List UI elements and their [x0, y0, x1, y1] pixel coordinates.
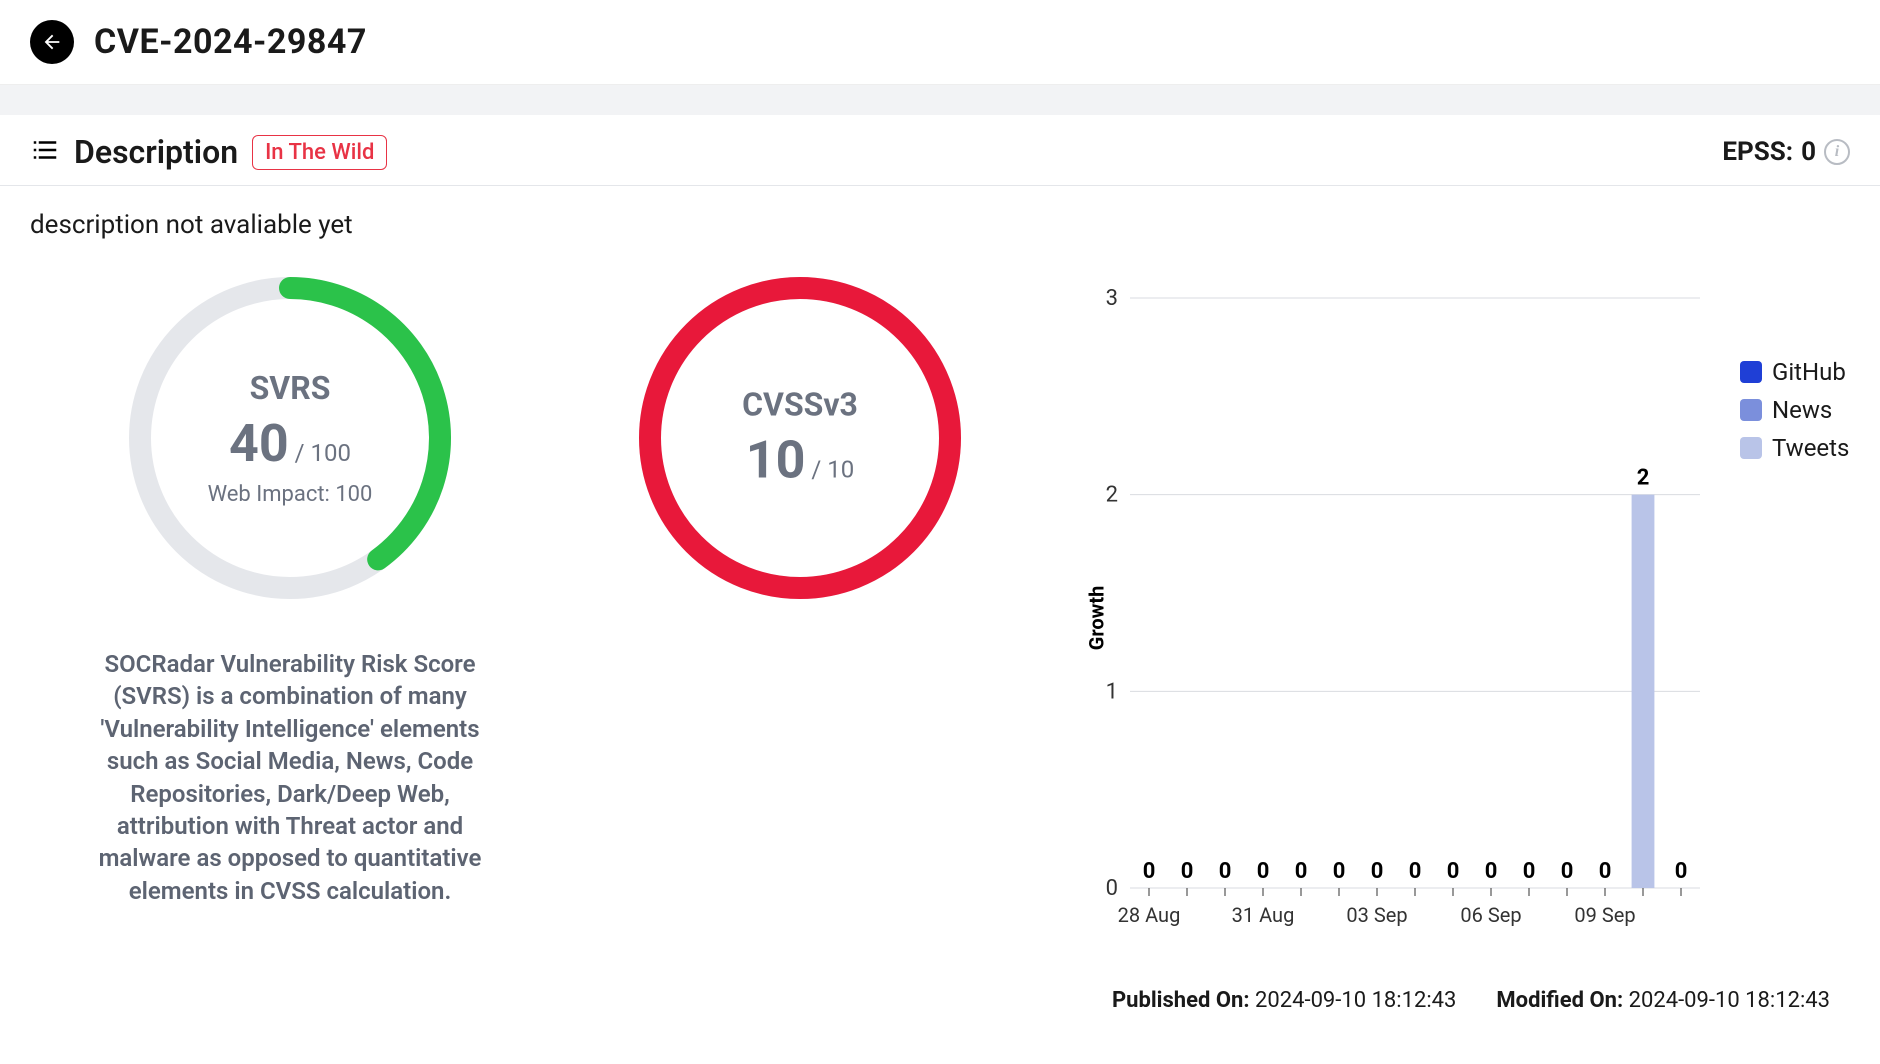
cvss-score: 10	[746, 430, 806, 491]
modified-label: Modified On:	[1496, 988, 1623, 1013]
svg-text:0: 0	[1371, 859, 1384, 884]
growth-chart-svg: 012328 Aug31 Aug03 Sep06 Sep09 Sep000000…	[1070, 278, 1710, 958]
svg-text:0: 0	[1523, 859, 1536, 884]
list-icon	[30, 135, 60, 169]
svrs-sub: Web Impact: 100	[120, 482, 460, 507]
svg-text:1: 1	[1106, 679, 1118, 704]
legend-label: GitHub	[1772, 358, 1846, 386]
svrs-description: SOCRadar Vulnerability Risk Score (SVRS)…	[80, 648, 500, 907]
svg-text:2: 2	[1637, 466, 1650, 491]
legend-label: Tweets	[1772, 434, 1849, 462]
svrs-gauge: SVRS 40 / 100 Web Impact: 100	[120, 268, 460, 608]
in-the-wild-badge: In The Wild	[252, 135, 387, 170]
legend-swatch	[1740, 361, 1762, 383]
published-value: 2024-09-10 18:12:43	[1255, 988, 1456, 1013]
svrs-title: SVRS	[120, 369, 460, 407]
legend-item[interactable]: Tweets	[1740, 434, 1849, 462]
svrs-score: 40	[229, 413, 289, 474]
legend-swatch	[1740, 399, 1762, 421]
page-title: CVE-2024-29847	[94, 22, 367, 62]
chart-ylabel: Growth	[1084, 586, 1108, 651]
svg-text:0: 0	[1181, 859, 1194, 884]
growth-chart: Growth 0 1 2 3 28 Aug 31 Aug 03 Sep 06 Sep 09 Se…	[1070, 278, 1710, 958]
epss-score: EPSS: 0 i	[1722, 137, 1850, 167]
section-title: Description	[74, 133, 238, 171]
cvss-title: CVSSv3	[630, 386, 970, 424]
legend-swatch	[1740, 437, 1762, 459]
svg-text:0: 0	[1599, 859, 1612, 884]
svg-text:0: 0	[1257, 859, 1270, 884]
svg-text:0: 0	[1409, 859, 1422, 884]
back-button[interactable]	[30, 20, 74, 64]
published-label: Published On:	[1112, 988, 1250, 1013]
arrow-left-icon	[41, 31, 63, 53]
svg-text:0: 0	[1219, 859, 1232, 884]
divider-strip	[0, 85, 1880, 115]
svg-text:0: 0	[1675, 859, 1688, 884]
svg-text:0: 0	[1143, 859, 1156, 884]
svg-text:0: 0	[1295, 859, 1308, 884]
svg-text:09 Sep: 09 Sep	[1574, 903, 1635, 927]
svg-text:0: 0	[1447, 859, 1460, 884]
description-text: description not avaliable yet	[30, 210, 1850, 240]
svg-text:0: 0	[1333, 859, 1346, 884]
epss-value: 0	[1801, 137, 1816, 167]
cvss-max: / 10	[811, 456, 854, 484]
section-header: Description In The Wild EPSS: 0 i	[0, 115, 1880, 186]
legend-item[interactable]: GitHub	[1740, 358, 1849, 386]
chart-legend: GitHub News Tweets	[1740, 358, 1849, 472]
epss-label: EPSS:	[1722, 137, 1793, 167]
svg-text:2: 2	[1106, 483, 1118, 508]
svrs-max: / 100	[295, 439, 351, 467]
svg-text:0: 0	[1561, 859, 1574, 884]
dates-line: Published On: 2024-09-10 18:12:43 Modifi…	[1070, 988, 1850, 1013]
svg-text:0: 0	[1485, 859, 1498, 884]
svg-text:0: 0	[1106, 876, 1118, 901]
info-icon[interactable]: i	[1824, 139, 1850, 165]
svg-text:3: 3	[1106, 286, 1118, 311]
legend-item[interactable]: News	[1740, 396, 1849, 424]
svg-text:28 Aug: 28 Aug	[1118, 903, 1181, 927]
page-header: CVE-2024-29847	[0, 0, 1880, 85]
svg-text:31 Aug: 31 Aug	[1232, 903, 1295, 927]
legend-label: News	[1772, 396, 1832, 424]
svg-text:06 Sep: 06 Sep	[1460, 903, 1521, 927]
modified-value: 2024-09-10 18:12:43	[1629, 988, 1830, 1013]
cvss-gauge: CVSSv3 10 / 10	[630, 268, 970, 608]
svg-text:03 Sep: 03 Sep	[1346, 903, 1407, 927]
